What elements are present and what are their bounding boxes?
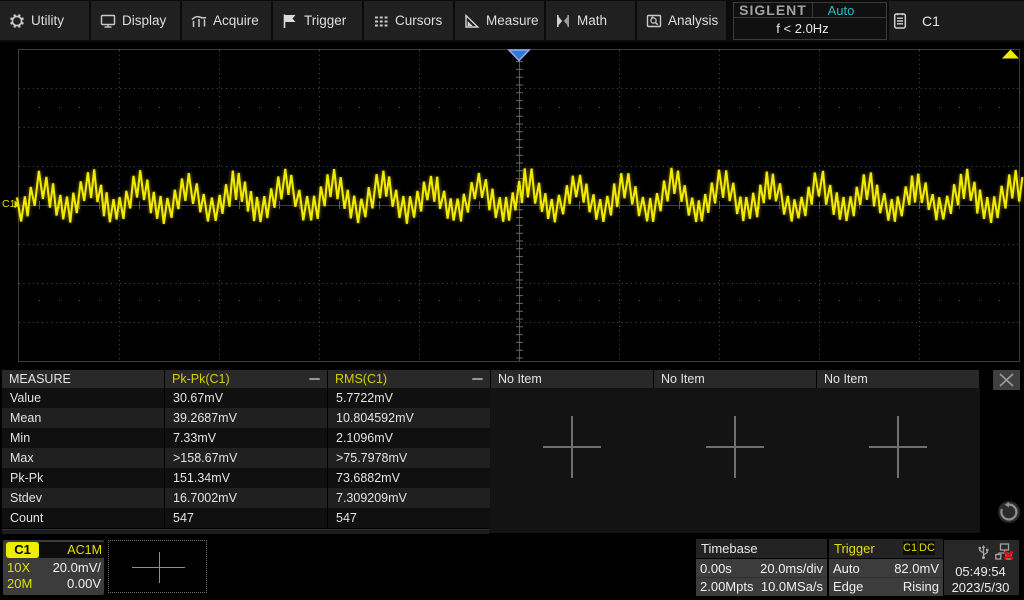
svg-text:C1: C1	[2, 198, 16, 210]
